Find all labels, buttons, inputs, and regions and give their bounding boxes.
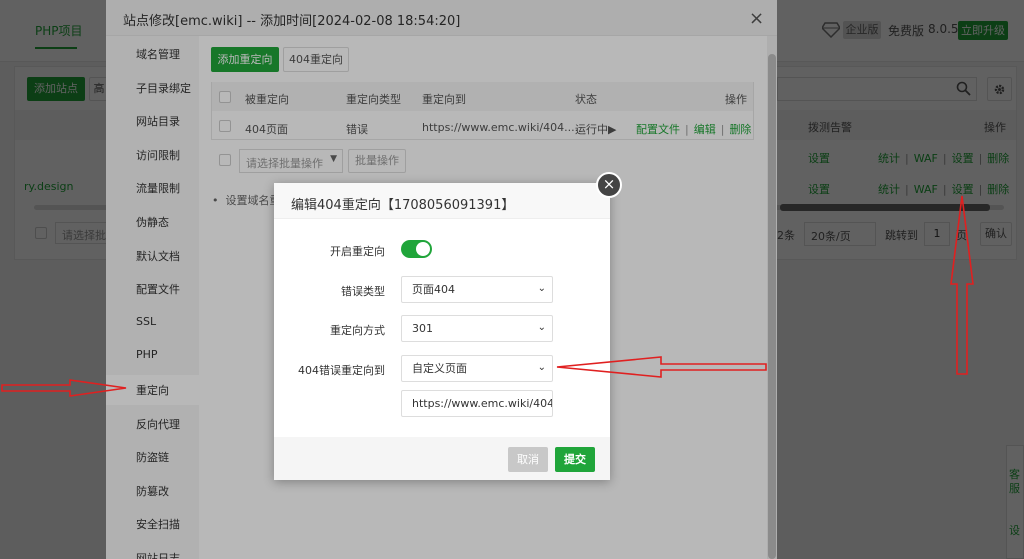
redirect-target-select[interactable]: 自定义页面 ⌄ <box>401 355 553 382</box>
error-type-select[interactable]: 页面404 ⌄ <box>401 276 553 303</box>
error-type-value: 页面404 <box>412 283 455 296</box>
arrow-left-annotation <box>556 356 767 378</box>
chevron-down-icon: ⌄ <box>537 362 546 373</box>
submit-button[interactable]: 提交 <box>555 447 595 472</box>
redirect-method-value: 301 <box>412 322 433 335</box>
redirect-url-input[interactable]: https://www.emc.wiki/404.htm <box>401 390 553 417</box>
toggle-knob <box>416 242 430 256</box>
dialog-close-icon[interactable]: × <box>596 172 622 198</box>
arrow-right-annotation <box>1 379 127 397</box>
chevron-down-icon: ⌄ <box>537 283 546 294</box>
redirect-method-label: 重定向方式 <box>330 324 385 337</box>
enable-redirect-label: 开启重定向 <box>330 245 385 258</box>
redirect-method-select[interactable]: 301 ⌄ <box>401 315 553 342</box>
cancel-button[interactable]: 取消 <box>508 447 548 472</box>
chevron-down-icon: ⌄ <box>537 322 546 333</box>
redirect-target-label: 404错误重定向到 <box>298 364 385 377</box>
redirect-target-value: 自定义页面 <box>412 362 467 375</box>
error-type-label: 错误类型 <box>341 285 385 298</box>
arrow-up-annotation <box>950 195 974 375</box>
dialog-title: 编辑404重定向【1708056091391】 <box>291 198 515 213</box>
